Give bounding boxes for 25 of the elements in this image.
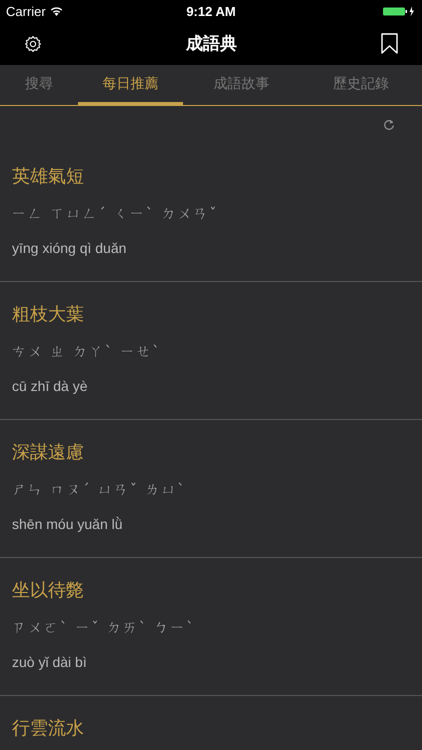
wifi-icon — [50, 6, 63, 16]
tab[interactable]: 每日推薦 — [78, 65, 183, 105]
settings-icon[interactable] — [24, 34, 42, 52]
pinyin-text: yīng xióng qì duǎn — [12, 239, 128, 258]
pinyin-text: zuò yǐ dài bì — [12, 653, 88, 672]
idiom-title[interactable]: 深謀遠慮 — [12, 440, 410, 466]
app-title: 成語典 — [186, 33, 237, 55]
pinyin-text: shēn móu yuǎn lǜ — [12, 515, 124, 534]
zhuyin-text: ㄕㄣ ㄇㄡˊ ㄩㄢˇ ㄌㄩˋ — [12, 481, 188, 500]
tab[interactable]: 搜尋 — [0, 65, 78, 105]
idiom-title[interactable]: 英雄氣短 — [12, 164, 410, 190]
bookmark-icon[interactable] — [381, 33, 398, 54]
idiom-title[interactable]: 粗枝大葉 — [12, 302, 410, 328]
idiom-title[interactable]: 坐以待斃 — [12, 578, 410, 604]
idiom-title[interactable]: 行雲流水 — [12, 716, 410, 742]
tab[interactable]: 成語故事 — [183, 65, 300, 105]
clock-time: 9:12 AM — [186, 4, 236, 18]
battery-icon — [383, 6, 416, 16]
pinyin-text: cū zhī dà yè — [12, 377, 88, 396]
tab[interactable]: 歷史記錄 — [300, 65, 422, 105]
zhuyin-text: ㄗㄨㄛˋ ㄧˇ ㄉㄞˋ ㄅㄧˋ — [12, 619, 196, 638]
zhuyin-text: ㄧㄥ ㄒㄩㄥˊ ㄑㄧˋ ㄉㄨㄢˇ — [12, 205, 220, 224]
zhuyin-text: ㄘㄨ ㄓ ㄉㄚˋ ㄧㄝˋ — [12, 343, 162, 362]
carrier-label: Carrier — [6, 4, 46, 18]
refresh-icon[interactable] — [383, 119, 395, 131]
